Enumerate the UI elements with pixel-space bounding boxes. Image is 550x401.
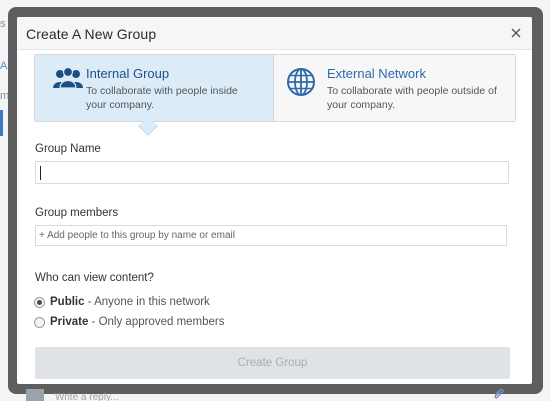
create-group-button[interactable]: Create Group (35, 347, 510, 379)
public-option-description: - Anyone in this network (84, 296, 210, 308)
dialog-header: Create A New Group (17, 17, 532, 50)
visibility-label: Who can view content? (35, 272, 154, 284)
public-option-name: Public (50, 296, 85, 308)
text-caret (40, 166, 41, 180)
internal-group-description: To collaborate with people inside your c… (86, 85, 238, 111)
external-network-description: To collaborate with people outside of yo… (327, 85, 497, 111)
members-placeholder: + Add people to this group by name or em… (39, 230, 235, 241)
private-option-description: - Only approved members (88, 316, 225, 328)
external-network-title: External Network (327, 66, 426, 81)
people-icon (51, 65, 85, 93)
reply-placeholder: Write a reply... (55, 392, 119, 401)
dialog-title: Create A New Group (26, 26, 157, 42)
group-members-input[interactable]: + Add people to this group by name or em… (35, 225, 507, 246)
private-radio[interactable] (34, 317, 45, 328)
internal-group-title: Internal Group (86, 66, 170, 81)
globe-icon (286, 67, 316, 97)
public-radio[interactable] (34, 297, 45, 308)
group-name-label: Group Name (35, 143, 101, 155)
attachment-icon[interactable] (492, 388, 506, 401)
group-members-label: Group members (35, 207, 119, 219)
group-type-selector: Internal Group To collaborate with peopl… (34, 54, 516, 122)
close-icon[interactable] (508, 25, 524, 41)
group-name-input[interactable] (35, 161, 509, 184)
internal-group-option[interactable]: Internal Group To collaborate with peopl… (35, 55, 274, 121)
external-network-option[interactable]: External Network To collaborate with peo… (274, 55, 515, 121)
avatar (26, 389, 44, 401)
private-option-name: Private (50, 316, 89, 328)
bg-accent-bar (0, 110, 3, 136)
create-group-dialog: Create A New Group Internal Group To col… (17, 17, 532, 384)
